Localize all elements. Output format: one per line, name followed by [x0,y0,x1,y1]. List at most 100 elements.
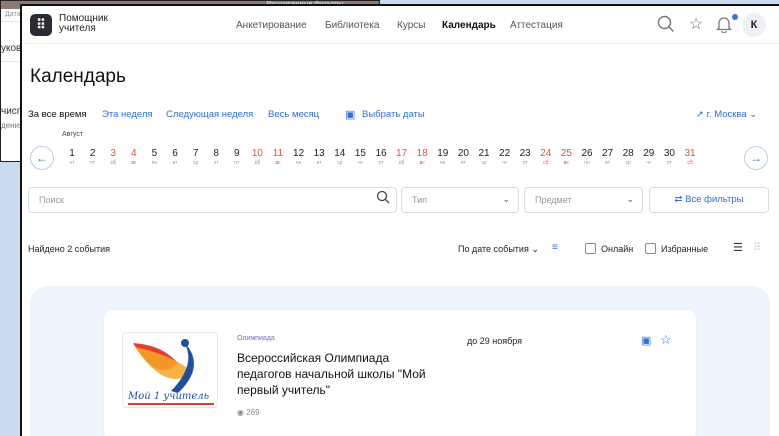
calendar-day[interactable]: 8 чт [206,148,226,166]
online-checkbox[interactable] [585,243,596,254]
calendar-day[interactable]: 11 вс [268,148,288,166]
logo-text[interactable]: Помощник учителя [59,14,108,34]
calendar-weekday: пт [234,160,240,166]
nav-surveys[interactable]: Анкетирование [236,20,307,31]
calendar-day[interactable]: 19 пн [433,148,453,166]
month-label: Август [62,131,84,138]
calendar-day[interactable]: 17 сб [392,148,412,166]
avatar[interactable]: К [742,13,766,37]
calendar-day[interactable]: 5 пн [144,148,164,166]
calendar-day[interactable]: 10 сб [247,148,267,166]
location-arrow-icon: ➚ [696,109,704,120]
nav-courses[interactable]: Курсы [397,20,425,31]
calendar-day[interactable]: 9 пт [227,148,247,166]
calendar-day[interactable]: 26 пн [577,148,597,166]
event-title[interactable]: Всероссийская Олимпиада педагогов началь… [237,350,437,398]
calendar-day-number: 18 [416,148,428,159]
search-icon [376,190,390,207]
filter-whole-month[interactable]: Весь месяц [268,109,319,120]
search-icon[interactable] [656,15,676,35]
header: ⠿ Помощник учителя Анкетирование Библиот… [22,6,779,44]
calendar-weekday: вс [419,160,425,166]
sort-select[interactable]: По дате события ⌄ [458,244,539,255]
next-arrow-icon[interactable]: → [744,146,768,170]
city-selector[interactable]: ➚ г. Москва ⌄ [696,109,757,120]
calendar-weekday: пн [151,160,158,166]
calendar-day[interactable]: 6 вт [165,148,185,166]
calendar-day[interactable]: 20 вт [453,148,473,166]
calendar-weekday: вс [131,160,137,166]
page-title: Календарь [30,66,126,87]
filter-all-time[interactable]: За все время [28,109,87,120]
star-icon[interactable]: ☆ [686,15,706,35]
filter-pick-dates[interactable]: Выбрать даты [362,109,425,120]
calendar-day-number: 12 [293,148,305,159]
all-filters-button[interactable]: ⇄ Все фильтры [649,187,769,213]
list-view-icon[interactable]: ☰ [733,241,743,254]
calendar-day[interactable]: 31 сб [680,148,700,166]
calendar-day[interactable]: 13 вт [309,148,329,166]
calendar-day[interactable]: 12 пн [289,148,309,166]
calendar-day[interactable]: 22 чт [495,148,515,166]
calendar-day-number: 6 [172,148,178,159]
grid-view-icon[interactable]: ⠿ [753,241,761,254]
bell-icon[interactable] [714,15,734,35]
calendar-day[interactable]: 30 пт [659,148,679,166]
calendar-weekday: пн [295,160,302,166]
calendar-day[interactable]: 28 ср [618,148,638,166]
calendar-day-number: 10 [251,148,263,159]
calendar-day[interactable]: 4 вс [124,148,144,166]
type-select[interactable]: Тип ⌄ [401,187,519,213]
calendar-day[interactable]: 1 чт [62,148,82,166]
subject-select[interactable]: Предмет ⌄ [524,187,643,213]
filter-next-week[interactable]: Следующая неделя [166,109,253,120]
calendar-day-number: 28 [622,148,634,159]
calendar-day-number: 7 [192,148,199,159]
chevron-down-icon: ⌄ [749,109,758,120]
favorites-checkbox[interactable] [645,243,656,254]
calendar-day[interactable]: 3 сб [103,148,123,166]
calendar-day-number: 29 [643,148,655,159]
logo-line-2: учителя [59,23,96,34]
logo-icon[interactable]: ⠿ [30,14,52,36]
favorite-star-icon[interactable]: ☆ [660,332,672,348]
nav-library[interactable]: Библиотека [325,20,379,31]
nav-calendar[interactable]: Календарь [442,20,496,31]
prev-arrow-icon[interactable]: ← [30,146,54,170]
calendar-weekday: сб [543,160,549,166]
calendar-icon[interactable]: ▣ [345,108,355,121]
calendar-day-number: 21 [478,148,490,159]
views-count: 269 [246,408,260,417]
calendar-day[interactable]: 2 пт [83,148,103,166]
calendar-day[interactable]: 23 пт [515,148,535,166]
nav-attestation[interactable]: Аттестация [510,20,563,31]
calendar-day[interactable]: 21 ср [474,148,494,166]
calendar-day-number: 5 [151,148,158,159]
calendar-day[interactable]: 14 ср [330,148,350,166]
calendar-day-number: 16 [375,148,387,159]
calendar-day[interactable]: 16 пт [371,148,391,166]
calendar-weekday: чт [213,160,219,166]
calendar-day[interactable]: 18 вс [412,148,432,166]
calendar-weekday: вт [605,160,611,166]
calendar-day[interactable]: 15 чт [350,148,370,166]
sort-order-icon[interactable]: ≡ [552,242,558,253]
calendar-weekday: ср [481,160,487,166]
filter-this-week[interactable]: Эта неделя [102,109,153,120]
calendar-weekday: пт [378,160,384,166]
calendar-day-number: 23 [519,148,531,159]
calendar-day[interactable]: 7 ср [186,148,206,166]
event-card[interactable]: Мой 1 учитель Олимпиада Всероссийская Ол… [104,310,696,436]
calendar-day[interactable]: 29 чт [639,148,659,166]
calendar-day[interactable]: 24 сб [536,148,556,166]
search-input[interactable]: Поиск [28,187,397,213]
all-filters-label: Все фильтры [685,194,744,205]
calendar-weekday: ср [337,160,343,166]
calendar-day[interactable]: 27 вт [598,148,618,166]
calendar-weekday: пт [522,160,528,166]
search-placeholder: Поиск [39,195,64,205]
add-to-calendar-icon[interactable]: ▣ [641,334,651,347]
calendar-day-number: 1 [69,148,75,159]
calendar-day-number: 19 [437,148,449,159]
calendar-day[interactable]: 25 вс [556,148,576,166]
